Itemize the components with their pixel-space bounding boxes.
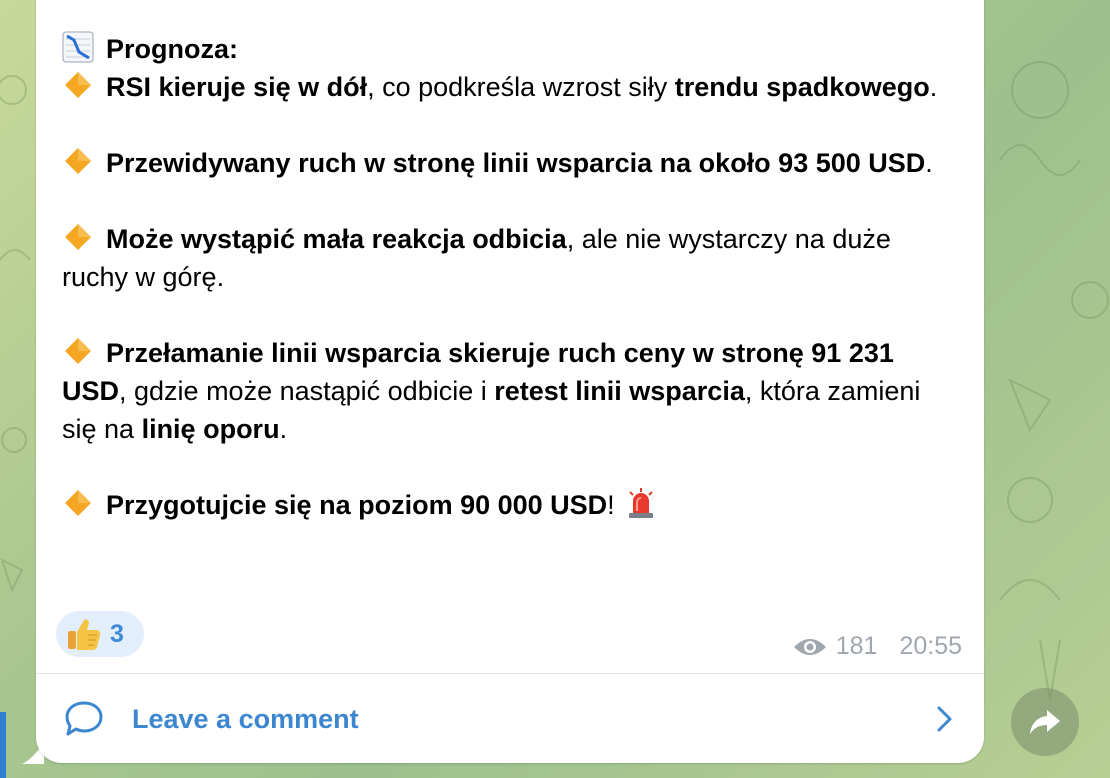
orange-diamond-icon — [65, 490, 91, 516]
orange-diamond-icon — [65, 338, 91, 364]
paragraph-support-move: Przewidywany ruch w stronę linii wsparci… — [62, 144, 952, 182]
paragraph-support-move-bold: Przewidywany ruch w stronę linii wsparci… — [106, 148, 926, 178]
message-header: Prognoza: — [62, 30, 952, 68]
orange-diamond-icon — [65, 224, 91, 250]
message-text: Prognoza: RSI kieruje się w dół, co podk… — [62, 30, 952, 524]
paragraph-support-move-text: . — [925, 148, 933, 178]
paragraph-target-text: ! — [607, 490, 615, 520]
paragraph-bounce: Może wystąpić mała reakcja odbicia, ale … — [62, 220, 952, 296]
paragraph-breakout-text-1: , gdzie może nastąpić odbicie i — [119, 376, 495, 406]
paragraph-breakout-bold-3: linię oporu — [141, 414, 280, 444]
comment-bubble-icon — [65, 701, 103, 736]
paragraph-rsi-bold-2: trendu spadkowego — [674, 72, 930, 102]
chevron-right-icon — [937, 706, 952, 732]
share-button[interactable] — [1011, 688, 1079, 756]
thumbs-up-icon — [68, 619, 101, 650]
orange-diamond-icon — [65, 72, 91, 98]
header-title: Prognoza: — [106, 34, 238, 64]
reaction-count: 3 — [110, 619, 124, 648]
paragraph-bounce-bold: Może wystąpić mała reakcja odbicia — [106, 224, 567, 254]
eye-icon — [793, 638, 826, 655]
reaction-thumbs-up[interactable]: 3 — [56, 611, 144, 657]
share-arrow-icon — [1030, 710, 1060, 734]
paragraph-target: Przygotujcie się na poziom 90 000 USD! — [62, 486, 952, 524]
message-time: 20:55 — [899, 632, 962, 660]
leave-comment-button[interactable]: Leave a comment — [36, 674, 984, 764]
message-meta: 181 20:55 — [792, 632, 962, 661]
leave-comment-label: Leave a comment — [132, 703, 359, 734]
paragraph-rsi-bold-1: RSI kieruje się w dół — [106, 72, 368, 102]
views-count: 181 — [835, 632, 878, 660]
chart-decreasing-icon — [62, 31, 94, 63]
paragraph-rsi: RSI kieruje się w dół, co podkreśla wzro… — [62, 68, 952, 106]
police-light-icon — [628, 488, 653, 518]
left-edge-strip — [0, 712, 6, 778]
paragraph-breakout: Przełamanie linii wsparcia skieruje ruch… — [62, 334, 952, 448]
paragraph-rsi-text-1: , co podkreśla wzrost siły — [367, 72, 675, 102]
orange-diamond-icon — [65, 148, 91, 174]
paragraph-breakout-bold-2: retest linii wsparcia — [494, 376, 745, 406]
paragraph-rsi-text-2: . — [929, 72, 938, 102]
paragraph-target-bold: Przygotujcie się na poziom 90 000 USD — [106, 490, 608, 520]
paragraph-breakout-text-3: . — [279, 414, 288, 444]
